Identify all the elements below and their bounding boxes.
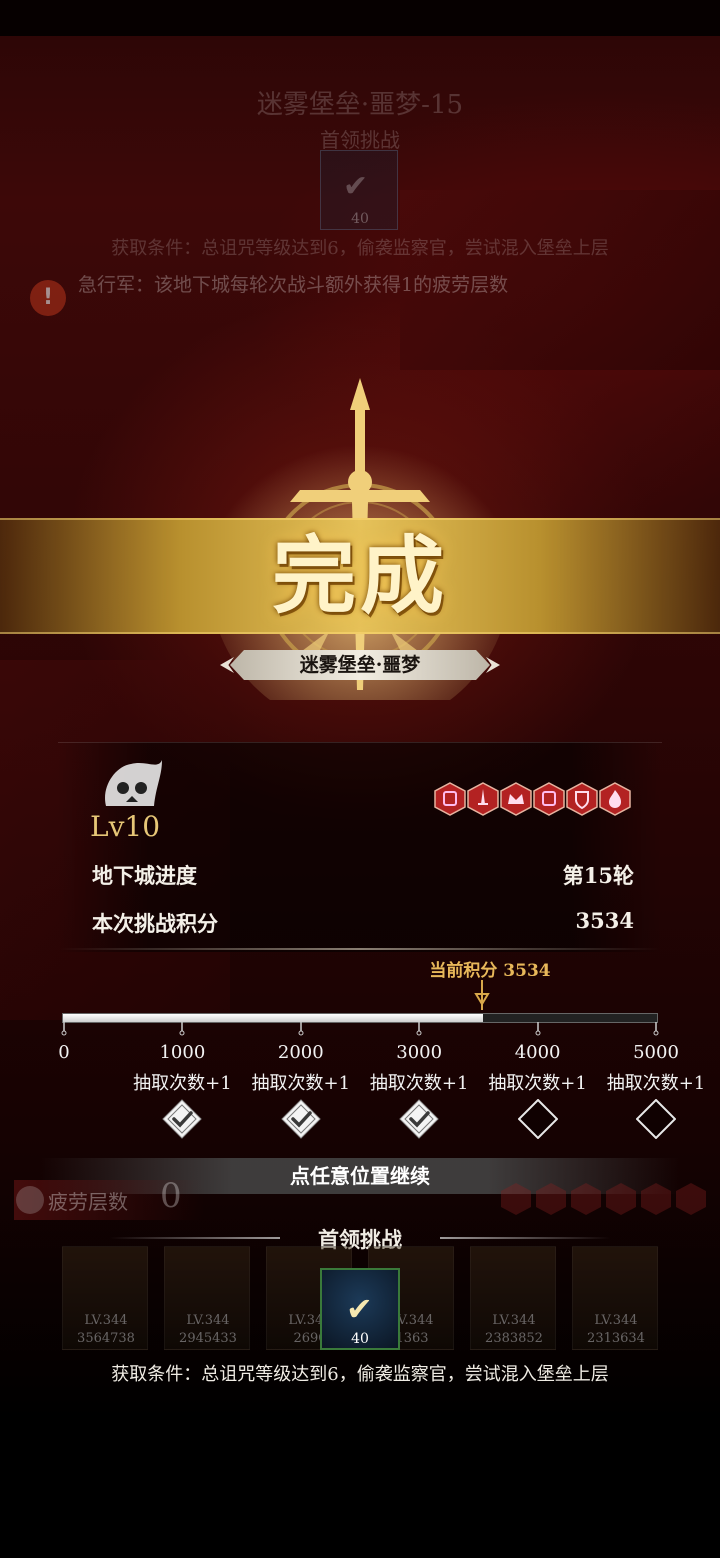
milestone-reward: 抽取次数+1 bbox=[133, 1073, 232, 1094]
condition-dim: 获取条件：总诅咒等级达到6，偷袭监察官，尝试混入堡垒上层 bbox=[111, 238, 609, 259]
hero-card: LV.344 2313634 bbox=[572, 1246, 658, 1350]
warning-text: 急行军：该地下城每轮次战斗额外获得1的疲劳层数 bbox=[78, 274, 509, 296]
warning-icon: ! bbox=[30, 280, 66, 316]
sword-badge-icon bbox=[467, 782, 499, 816]
milestone-value: 1000 bbox=[159, 1042, 206, 1063]
milestone-value: 0 bbox=[58, 1042, 70, 1063]
hero-card: LV.344 2383852 bbox=[470, 1246, 556, 1350]
milestone-tick bbox=[179, 1022, 185, 1036]
dungeon-name-ribbon: 迷雾堡垒·噩梦 bbox=[220, 650, 500, 680]
hero-power: 2383852 bbox=[485, 1331, 543, 1346]
milestone-tick bbox=[298, 1022, 304, 1036]
current-score-label: 当前积分 3534 bbox=[429, 961, 551, 981]
milestone-claimed-icon[interactable] bbox=[399, 1099, 439, 1139]
milestone-tick bbox=[61, 1022, 67, 1036]
divider bbox=[60, 948, 660, 950]
milestone-tick bbox=[416, 1022, 422, 1036]
dungeon-title-dim: 迷雾堡垒·噩梦-15 bbox=[256, 90, 464, 120]
complete-title: 完成 bbox=[271, 526, 448, 625]
shield-badge-icon bbox=[434, 782, 466, 816]
milestone-reward: 抽取次数+1 bbox=[488, 1073, 587, 1094]
top-band bbox=[0, 0, 720, 36]
milestone-claimed-icon[interactable] bbox=[281, 1099, 321, 1139]
armor-badge-icon bbox=[566, 782, 598, 816]
boss-challenge-dim: 首领挑战 bbox=[320, 128, 400, 152]
milestone-value: 3000 bbox=[396, 1042, 443, 1063]
challenge-score-value: 3534 bbox=[575, 908, 634, 933]
hero-card: LV.344 3564738 bbox=[62, 1246, 148, 1350]
milestone-locked-icon[interactable] bbox=[636, 1099, 676, 1139]
milestone-value: 4000 bbox=[514, 1042, 561, 1063]
challenge-score-label: 本次挑战积分 bbox=[92, 911, 218, 936]
boss-reward-icon[interactable]: ✔ 40 bbox=[320, 1268, 400, 1350]
hero-power: 2313634 bbox=[587, 1331, 645, 1346]
milestone-value: 5000 bbox=[633, 1042, 679, 1063]
hero-power: 3564738 bbox=[77, 1331, 135, 1346]
hero-level: LV.344 bbox=[84, 1313, 128, 1328]
boss-condition: 获取条件：总诅咒等级达到6，偷袭监察官，尝试混入堡垒上层 bbox=[111, 1364, 609, 1385]
crown-badge-icon bbox=[500, 782, 532, 816]
milestone-claimed-icon[interactable] bbox=[162, 1099, 203, 1139]
reward-count: 40 bbox=[351, 211, 369, 227]
milestone-reward: 抽取次数+1 bbox=[251, 1073, 351, 1094]
hero-card: LV.344 2945433 bbox=[164, 1246, 250, 1350]
check-icon: ✔ bbox=[343, 169, 369, 204]
fatigue-label: 疲劳层数 bbox=[48, 1190, 128, 1214]
skull-icon bbox=[16, 1186, 44, 1214]
dungeon-progress-label: 地下城进度 bbox=[92, 863, 197, 888]
score-pointer-icon bbox=[474, 980, 491, 1010]
check-icon: ✔ bbox=[346, 1290, 373, 1328]
hero-level: LV.344 bbox=[492, 1313, 536, 1328]
score-progress-fill bbox=[63, 1014, 483, 1022]
flame-badge-icon bbox=[599, 782, 631, 816]
reward-icon-dim: ✔ 40 bbox=[320, 150, 398, 230]
shield-badge-icon bbox=[533, 782, 565, 816]
score-progress-track bbox=[62, 1013, 658, 1023]
milestone-locked-icon[interactable] bbox=[517, 1099, 558, 1139]
boss-reward-count: 40 bbox=[351, 1331, 369, 1347]
hero-level: LV.344 bbox=[594, 1313, 638, 1328]
hero-level: LV.344 bbox=[186, 1313, 230, 1328]
milestone-value: 2000 bbox=[277, 1042, 324, 1063]
milestone-reward: 抽取次数+1 bbox=[606, 1073, 706, 1094]
fatigue-badges bbox=[500, 1182, 710, 1216]
milestone-tick bbox=[653, 1022, 659, 1036]
curse-level: Lv10 bbox=[90, 810, 161, 843]
shield-badge-icon bbox=[501, 1183, 706, 1215]
fatigue-value: 0 bbox=[160, 1176, 182, 1216]
dungeon-name: 迷雾堡垒·噩梦 bbox=[299, 654, 421, 676]
dungeon-progress-value: 第15轮 bbox=[562, 863, 634, 888]
hero-power: 2945433 bbox=[179, 1331, 237, 1346]
milestone-reward: 抽取次数+1 bbox=[369, 1073, 469, 1094]
curse-skull-icon bbox=[105, 760, 162, 806]
milestone-tick bbox=[535, 1022, 541, 1036]
